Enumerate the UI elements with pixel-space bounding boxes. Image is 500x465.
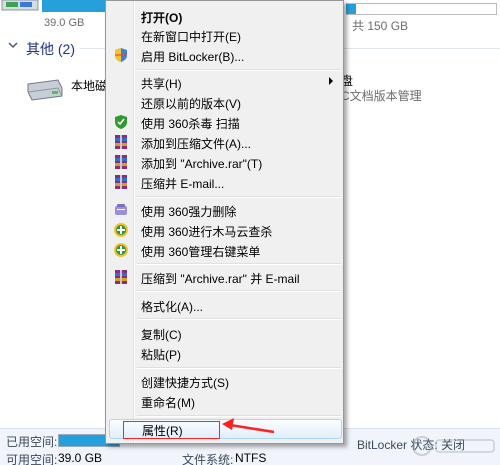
menu-item-label: 复制(C) bbox=[141, 328, 182, 342]
menu-item-compress-email[interactable]: 压缩并 E-mail... bbox=[108, 172, 341, 192]
drive-usage-bar bbox=[42, 0, 112, 12]
drive-sublabel: C文档版本管理 bbox=[341, 89, 422, 103]
free-space-label: 可用空间: bbox=[6, 453, 58, 465]
menu-item-360-scan[interactable]: 使用 360杀毒 扫描 bbox=[108, 112, 341, 132]
drive-icon bbox=[1, 0, 39, 11]
360-antivirus-icon bbox=[115, 115, 127, 129]
menu-item-label: 重命名(M) bbox=[141, 396, 195, 410]
menu-item-label: 格式化(A)... bbox=[141, 300, 203, 314]
menu-item-copy[interactable]: 复制(C) bbox=[108, 323, 341, 343]
free-space-value: 39.0 GB bbox=[58, 451, 103, 465]
menu-item-create-shortcut[interactable]: 创建快捷方式(S) bbox=[108, 371, 341, 391]
menu-item-add-archive[interactable]: 添加到压缩文件(A)... bbox=[108, 132, 341, 152]
menu-item-compress-to-rar-email[interactable]: 压缩到 "Archive.rar" 并 E-mail bbox=[108, 267, 341, 287]
winrar-icon bbox=[115, 175, 127, 189]
menu-item-label: 粘贴(P) bbox=[141, 348, 181, 362]
drive-size-text: 39.0 GB bbox=[44, 17, 85, 29]
watermark-logo bbox=[412, 436, 495, 456]
menu-separator bbox=[137, 69, 341, 71]
shield-icon bbox=[115, 48, 127, 62]
menu-item-label: 在新窗口中打开(E) bbox=[141, 30, 241, 44]
menu-item-add-archive-rar[interactable]: 添加到 "Archive.rar"(T) bbox=[108, 152, 341, 172]
annotation-highlight-box bbox=[123, 421, 220, 439]
menu-item-label: 添加到压缩文件(A)... bbox=[141, 137, 251, 151]
menu-item-label: 还原以前的版本(V) bbox=[141, 97, 241, 111]
winrar-icon bbox=[115, 155, 127, 169]
menu-item-label: 添加到 "Archive.rar"(T) bbox=[141, 157, 263, 171]
menu-item-restore-versions[interactable]: 还原以前的版本(V) bbox=[108, 92, 341, 112]
menu-item-label: 打开(O) bbox=[141, 11, 183, 25]
menu-item-360-force-delete[interactable]: 使用 360强力删除 bbox=[108, 200, 341, 220]
submenu-arrow-icon bbox=[329, 77, 333, 85]
menu-item-bitlocker[interactable]: 启用 BitLocker(B)... bbox=[108, 45, 341, 65]
menu-item-open[interactable]: 打开(O) bbox=[108, 6, 341, 26]
menu-item-format[interactable]: 格式化(A)... bbox=[108, 295, 341, 315]
menu-item-label: 使用 360杀毒 扫描 bbox=[141, 117, 240, 131]
menu-item-label: 压缩到 "Archive.rar" 并 E-mail bbox=[141, 272, 300, 286]
menu-item-paste[interactable]: 粘贴(P) bbox=[108, 343, 341, 363]
used-space-label: 已用空间: bbox=[6, 435, 58, 449]
annotation-arrow-icon bbox=[222, 418, 275, 434]
winrar-icon bbox=[115, 270, 127, 284]
group-title[interactable]: 其他 (2) bbox=[26, 39, 75, 59]
menu-separator bbox=[137, 367, 341, 369]
menu-item-share[interactable]: 共享(H) bbox=[108, 72, 341, 92]
winrar-icon bbox=[115, 135, 127, 149]
menu-item-rename[interactable]: 重命名(M) bbox=[108, 391, 341, 411]
menu-item-label: 启用 BitLocker(B)... bbox=[141, 50, 245, 64]
filesystem-value: NTFS bbox=[235, 451, 267, 465]
menu-item-360-manage-menu[interactable]: 使用 360管理右键菜单 bbox=[108, 240, 341, 260]
collapse-chevron-icon[interactable] bbox=[8, 40, 18, 50]
context-menu: 打开(O) 在新窗口中打开(E) 启用 BitLocker(B)... 共享(H… bbox=[105, 0, 344, 444]
menu-separator bbox=[137, 196, 341, 198]
menu-item-label: 共享(H) bbox=[141, 77, 182, 91]
menu-item-label: 压缩并 E-mail... bbox=[141, 177, 225, 191]
menu-item-label: 使用 360强力删除 bbox=[141, 205, 237, 219]
menu-item-360-trojan-scan[interactable]: 使用 360进行木马云查杀 bbox=[108, 220, 341, 240]
filesystem-label: 文件系统: bbox=[182, 453, 234, 465]
local-disk-icon[interactable] bbox=[24, 74, 64, 104]
360-plus-icon bbox=[114, 223, 128, 237]
drive-free-text: ，共 150 GB bbox=[340, 19, 409, 33]
menu-item-label: 使用 360进行木马云查杀 bbox=[141, 225, 273, 239]
360-plus-icon bbox=[114, 243, 128, 257]
menu-item-label: 使用 360管理右键菜单 bbox=[141, 245, 261, 259]
local-disk-label[interactable]: 本地磁 bbox=[71, 77, 107, 94]
menu-item-label: 创建快捷方式(S) bbox=[141, 376, 229, 390]
menu-item-open-new-window[interactable]: 在新窗口中打开(E) bbox=[108, 25, 341, 45]
menu-separator bbox=[137, 290, 341, 292]
menu-separator bbox=[137, 318, 341, 320]
360-delete-icon bbox=[115, 204, 127, 215]
drive-usage-bar bbox=[346, 3, 497, 15]
group-divider bbox=[338, 48, 500, 49]
menu-separator bbox=[137, 263, 341, 265]
explorer-window: 39.0 GB ，共 150 GB 其他 (2) 本地磁 盘 C文档版本管理 已… bbox=[0, 0, 500, 465]
